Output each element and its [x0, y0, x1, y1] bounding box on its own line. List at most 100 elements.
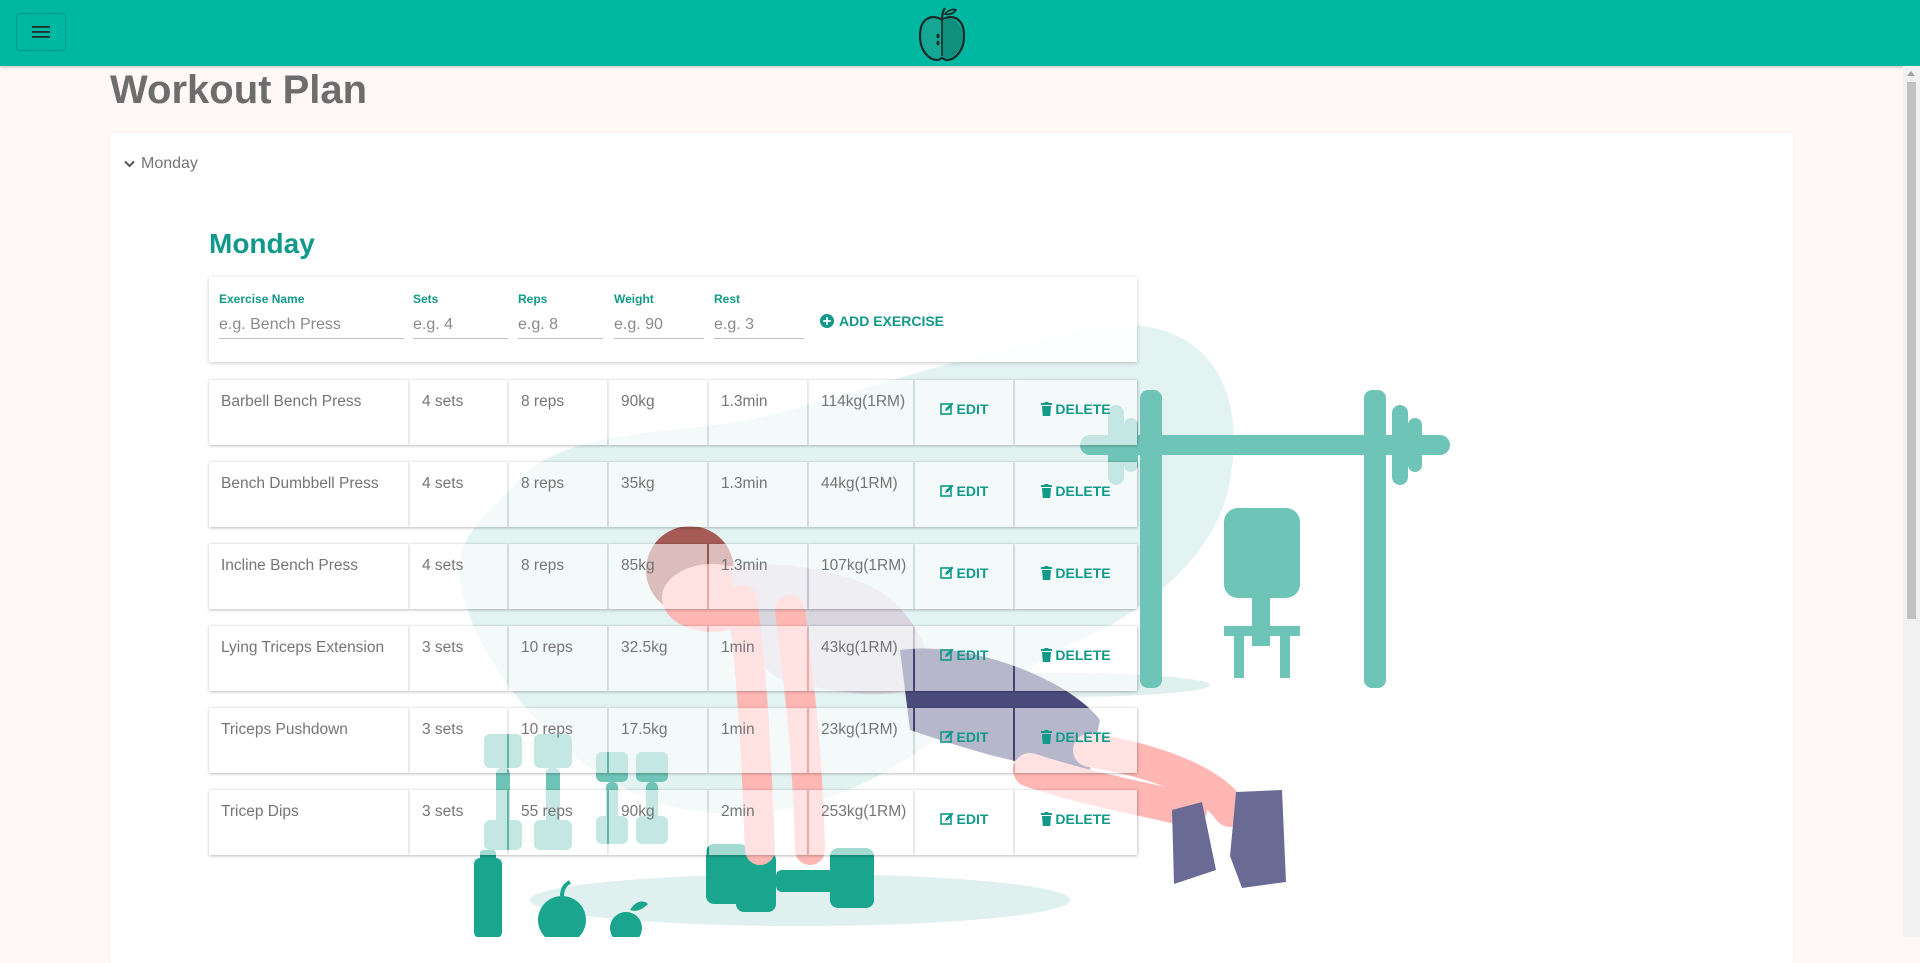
- reps-input[interactable]: [518, 311, 603, 339]
- exercise-one-rep-max: 23kg(1RM): [809, 708, 913, 773]
- exercise-name-input[interactable]: [219, 311, 404, 339]
- edit-icon: [939, 484, 954, 497]
- delete-button[interactable]: DELETE: [1015, 400, 1137, 418]
- exercise-sets: 3 sets: [410, 790, 507, 855]
- sets-field: Sets: [413, 292, 508, 339]
- delete-cell: DELETE: [1015, 462, 1137, 527]
- hamburger-menu-icon: [32, 26, 50, 38]
- edit-cell: EDIT: [915, 544, 1013, 609]
- edit-icon: [939, 648, 954, 661]
- exercise-name-label: Exercise Name: [219, 292, 305, 306]
- edit-button[interactable]: EDIT: [915, 728, 1013, 746]
- sets-label: Sets: [413, 292, 439, 306]
- exercise-rest: 1.3min: [709, 544, 807, 609]
- scroll-up-arrow-icon[interactable]: [1907, 71, 1915, 76]
- page-title: Workout Plan: [110, 68, 368, 112]
- edit-button[interactable]: EDIT: [915, 810, 1013, 828]
- exercise-name: Bench Dumbbell Press: [209, 462, 408, 527]
- exercise-sets: 3 sets: [410, 708, 507, 773]
- exercise-name: Tricep Dips: [209, 790, 408, 855]
- exercise-reps: 10 reps: [509, 626, 607, 691]
- edit-icon: [939, 730, 954, 743]
- weight-input[interactable]: [614, 311, 704, 339]
- exercise-weight: 90kg: [609, 380, 707, 445]
- plus-circle-icon: [820, 314, 834, 328]
- exercise-rest: 1min: [709, 708, 807, 773]
- exercise-weight: 17.5kg: [609, 708, 707, 773]
- exercise-weight: 32.5kg: [609, 626, 707, 691]
- delete-label: DELETE: [1055, 565, 1111, 581]
- delete-button[interactable]: DELETE: [1015, 482, 1137, 500]
- exercise-weight: 85kg: [609, 544, 707, 609]
- add-exercise-button[interactable]: ADD EXERCISE: [820, 313, 944, 329]
- trash-icon: [1041, 484, 1053, 498]
- exercise-rest: 1.3min: [709, 462, 807, 527]
- reps-label: Reps: [518, 292, 548, 306]
- section-title: Monday: [209, 228, 315, 259]
- exercise-row: Triceps Pushdown 3 sets 10 reps 17.5kg 1…: [209, 708, 1137, 773]
- exercise-name: Lying Triceps Extension: [209, 626, 408, 691]
- exercise-name: Barbell Bench Press: [209, 380, 408, 445]
- edit-icon: [939, 566, 954, 579]
- add-exercise-label: ADD EXERCISE: [839, 313, 945, 329]
- top-navbar: [0, 0, 1920, 66]
- delete-cell: DELETE: [1015, 708, 1137, 773]
- rest-field: Rest: [714, 292, 804, 339]
- edit-button[interactable]: EDIT: [915, 564, 1013, 582]
- exercise-row: Barbell Bench Press 4 sets 8 reps 90kg 1…: [209, 380, 1137, 445]
- exercise-reps: 8 reps: [509, 462, 607, 527]
- edit-label: EDIT: [956, 647, 989, 663]
- delete-cell: DELETE: [1015, 544, 1137, 609]
- exercise-name-field: Exercise Name: [219, 292, 404, 339]
- exercise-name: Incline Bench Press: [209, 544, 408, 609]
- exercise-sets: 4 sets: [410, 544, 507, 609]
- edit-button[interactable]: EDIT: [915, 400, 1013, 418]
- rest-label: Rest: [714, 292, 741, 306]
- exercise-weight: 35kg: [609, 462, 707, 527]
- exercise-row: Lying Triceps Extension 3 sets 10 reps 3…: [209, 626, 1137, 691]
- scrollbar-thumb[interactable]: [1907, 82, 1916, 619]
- edit-label: EDIT: [956, 401, 989, 417]
- chevron-down-icon: [124, 160, 135, 168]
- trash-icon: [1041, 648, 1053, 662]
- edit-button[interactable]: EDIT: [915, 646, 1013, 664]
- exercise-reps: 10 reps: [509, 708, 607, 773]
- apple-logo-icon[interactable]: [916, 6, 968, 62]
- edit-cell: EDIT: [915, 790, 1013, 855]
- menu-toggle-button[interactable]: [16, 13, 66, 51]
- edit-cell: EDIT: [915, 462, 1013, 527]
- delete-button[interactable]: DELETE: [1015, 810, 1137, 828]
- exercise-weight: 90kg: [609, 790, 707, 855]
- exercise-sets: 3 sets: [410, 626, 507, 691]
- delete-label: DELETE: [1055, 483, 1111, 499]
- day-toggle-label: Monday: [141, 155, 198, 172]
- weight-field: Weight: [614, 292, 704, 339]
- exercise-sets: 4 sets: [410, 380, 507, 445]
- exercise-reps: 8 reps: [509, 544, 607, 609]
- trash-icon: [1041, 566, 1053, 580]
- trash-icon: [1041, 812, 1053, 826]
- sets-input[interactable]: [413, 311, 508, 339]
- edit-icon: [939, 812, 954, 825]
- delete-button[interactable]: DELETE: [1015, 564, 1137, 582]
- rest-input[interactable]: [714, 311, 804, 339]
- page-scrollbar[interactable]: [1903, 66, 1920, 937]
- delete-button[interactable]: DELETE: [1015, 646, 1137, 664]
- exercise-rest: 1.3min: [709, 380, 807, 445]
- exercise-one-rep-max: 43kg(1RM): [809, 626, 913, 691]
- delete-cell: DELETE: [1015, 380, 1137, 445]
- reps-field: Reps: [518, 292, 603, 339]
- edit-icon: [939, 402, 954, 415]
- delete-cell: DELETE: [1015, 790, 1137, 855]
- edit-label: EDIT: [956, 483, 989, 499]
- edit-button[interactable]: EDIT: [915, 482, 1013, 500]
- exercise-sets: 4 sets: [410, 462, 507, 527]
- day-accordion-toggle[interactable]: Monday: [124, 155, 198, 173]
- edit-label: EDIT: [956, 565, 989, 581]
- trash-icon: [1041, 730, 1053, 744]
- edit-cell: EDIT: [915, 626, 1013, 691]
- exercise-name: Triceps Pushdown: [209, 708, 408, 773]
- delete-button[interactable]: DELETE: [1015, 728, 1137, 746]
- edit-label: EDIT: [956, 729, 989, 745]
- delete-label: DELETE: [1055, 811, 1111, 827]
